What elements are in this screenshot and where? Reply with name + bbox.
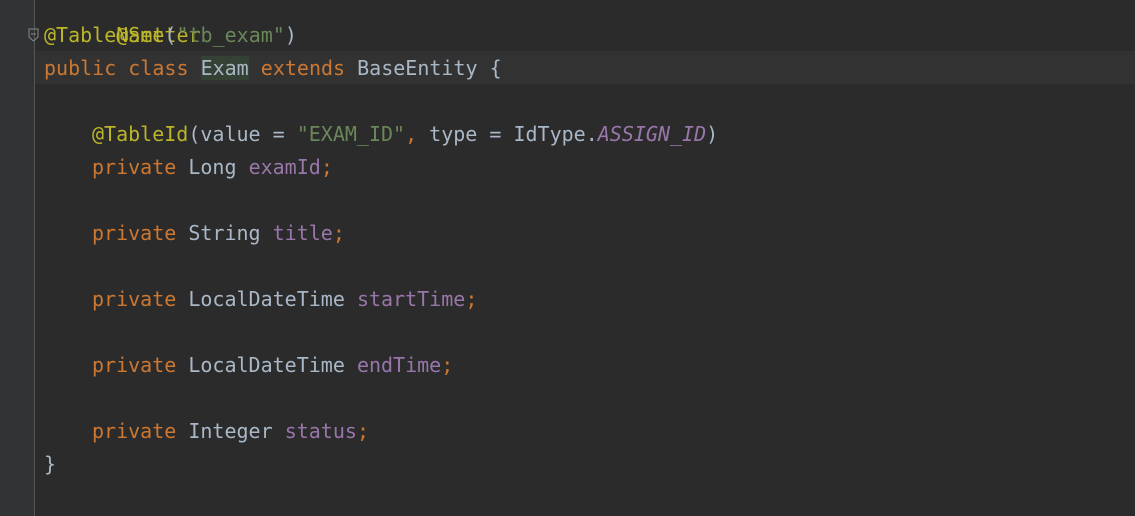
field-type: LocalDateTime: [188, 353, 345, 377]
annotation-tableid: @TableId: [92, 122, 189, 146]
code-line-setter: @Setter: [44, 0, 200, 47]
editor-gutter: [0, 0, 34, 516]
keyword-class: class: [128, 56, 189, 80]
paren-close: ): [284, 23, 297, 47]
keyword-public: public: [44, 56, 117, 80]
paren-close: ): [706, 122, 719, 146]
code-line-field: private Long examId;: [44, 151, 333, 184]
keyword-private: private: [92, 353, 177, 377]
close-brace: }: [44, 452, 57, 476]
code-line-field: private LocalDateTime startTime;: [44, 283, 477, 316]
paren-open: (: [164, 23, 177, 47]
field-name[interactable]: examId: [249, 155, 321, 179]
string-table-name: "tb_exam": [176, 23, 285, 47]
constant-assign-id: ASSIGN_ID: [597, 122, 707, 146]
code-line-field: private Integer status;: [44, 415, 369, 448]
comma: ,: [405, 122, 418, 146]
semicolon: ;: [332, 221, 345, 245]
open-brace: {: [489, 56, 502, 80]
code-line-field: private String title;: [44, 217, 345, 250]
annotation-tablename: @TableName: [44, 23, 165, 47]
keyword-private: private: [92, 155, 177, 179]
keyword-private: private: [92, 221, 177, 245]
field-type: Long: [188, 155, 237, 179]
semicolon: ;: [465, 287, 478, 311]
field-type: LocalDateTime: [188, 287, 345, 311]
semicolon: ;: [441, 353, 454, 377]
class-name[interactable]: Exam: [200, 56, 249, 80]
code-line-class-declaration: public class Exam extends BaseEntity {: [44, 52, 502, 85]
keyword-extends: extends: [260, 56, 346, 80]
attr-value: value =: [200, 122, 297, 146]
semicolon: ;: [356, 419, 369, 443]
field-type: Integer: [188, 419, 273, 443]
field-type: String: [188, 221, 261, 245]
code-editor[interactable]: @Setter @TableName("tb_exam") public cla…: [0, 0, 1135, 516]
field-name[interactable]: title: [273, 221, 333, 245]
semicolon: ;: [320, 155, 333, 179]
keyword-private: private: [92, 419, 177, 443]
string-exam-id: "EXAM_ID": [296, 122, 406, 146]
fold-marker-icon[interactable]: [28, 28, 39, 42]
code-line-tableid: @TableId(value = "EXAM_ID", type = IdTyp…: [44, 118, 718, 151]
field-name[interactable]: endTime: [357, 353, 441, 377]
paren-open: (: [188, 122, 201, 146]
field-name[interactable]: startTime: [357, 287, 465, 311]
parent-class-name[interactable]: BaseEntity: [357, 56, 477, 80]
keyword-private: private: [92, 287, 177, 311]
code-line-field: private LocalDateTime endTime;: [44, 349, 453, 382]
attr-type: type = IdType.: [417, 122, 598, 146]
field-name[interactable]: status: [285, 419, 357, 443]
code-line-tablename: @TableName("tb_exam"): [44, 19, 297, 52]
code-line-closing-brace: }: [44, 448, 56, 481]
